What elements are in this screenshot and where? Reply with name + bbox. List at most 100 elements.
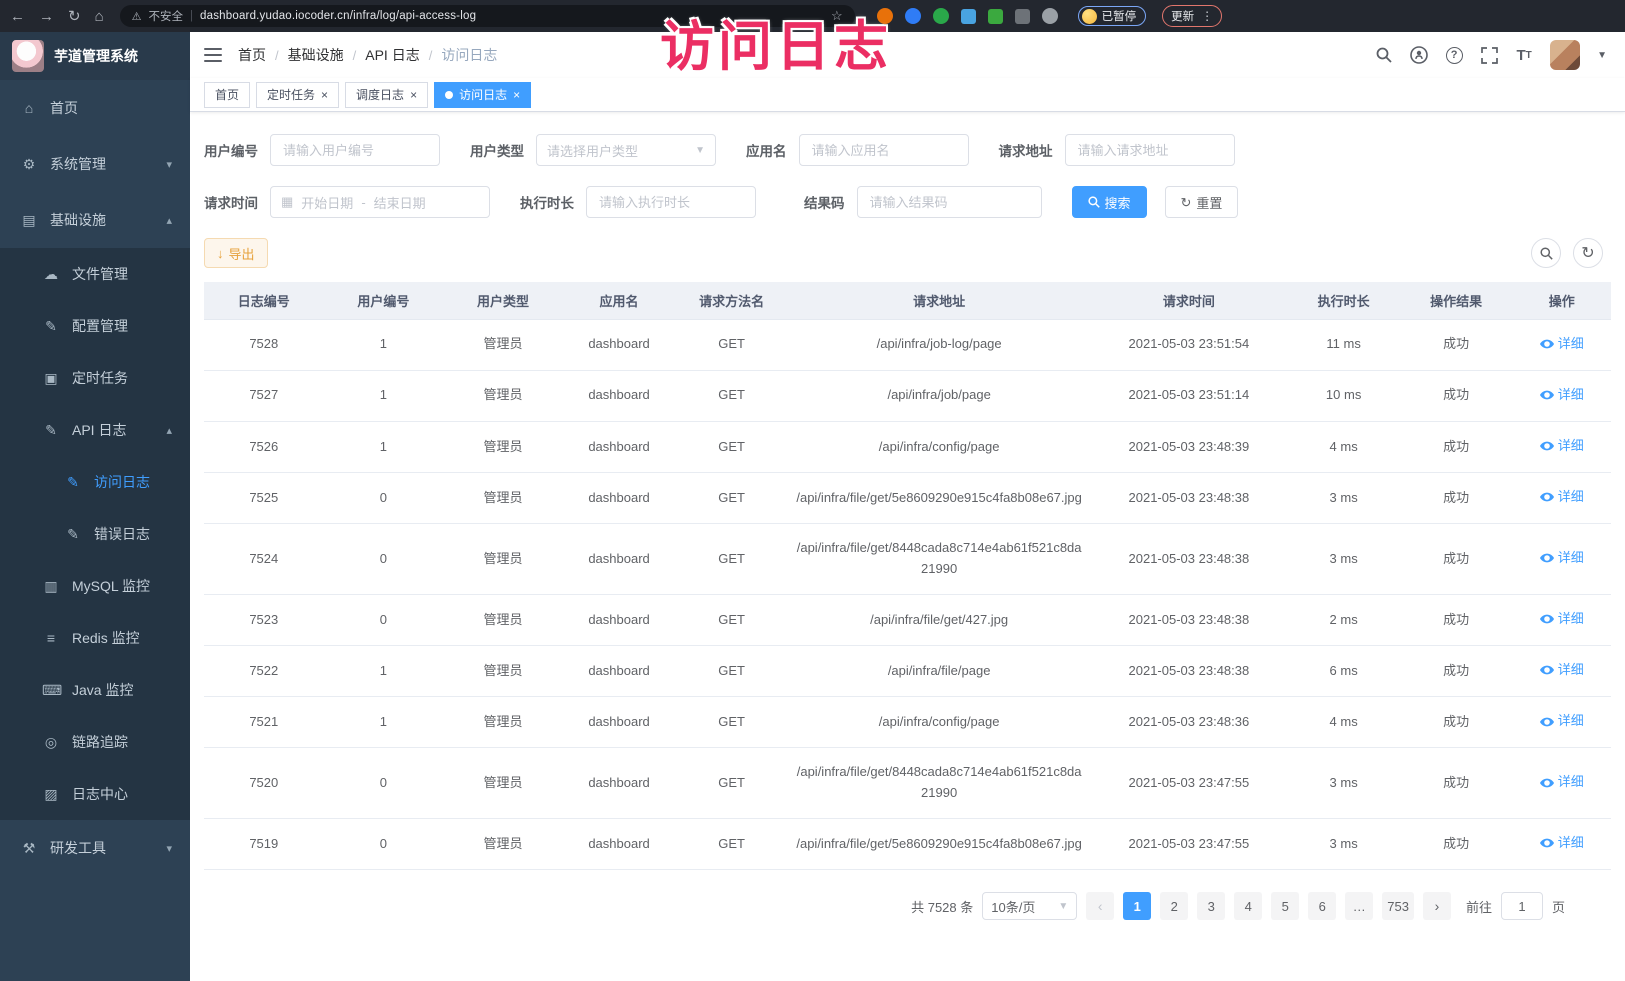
back-icon[interactable]: ← [10,9,25,24]
close-icon[interactable]: × [410,89,417,101]
extension-translate-icon[interactable] [988,9,1003,24]
detail-link[interactable]: 详细 [1540,772,1584,793]
eye-icon [1540,778,1554,788]
page-button-753[interactable]: 753 [1382,892,1414,920]
page-url[interactable]: dashboard.yudao.iocoder.cn/infra/log/api… [200,10,476,22]
goto-page-input[interactable] [1501,892,1543,920]
detail-link[interactable]: 详细 [1540,487,1584,508]
user-avatar[interactable] [1550,40,1580,70]
extension-pin-icon[interactable] [1042,8,1058,24]
app-name-input[interactable] [799,134,969,166]
sidebar-item-mysql-monitor[interactable]: ▥MySQL 监控 [0,560,190,612]
page-button-6[interactable]: 6 [1308,892,1336,920]
breadcrumb-item[interactable]: 首页 [238,45,266,65]
detail-link[interactable]: 详细 [1540,548,1584,569]
search-icon[interactable] [1375,46,1393,64]
export-button[interactable]: ↓ 导出 [204,238,268,268]
extension-gray-icon[interactable] [1015,9,1030,24]
close-icon[interactable]: × [513,89,520,101]
result-code-input[interactable] [857,186,1042,218]
user-id-input[interactable] [270,134,440,166]
extension-green-circle-icon[interactable] [933,8,949,24]
avatar-caret-icon[interactable]: ▼ [1597,50,1607,61]
page-button-1[interactable]: 1 [1123,892,1151,920]
duration-input[interactable] [586,186,756,218]
home-icon[interactable]: ⌂ [95,9,104,24]
tab-调度日志[interactable]: 调度日志× [345,82,428,108]
sidebar-item-home[interactable]: ⌂首页 [0,80,190,136]
forward-icon[interactable]: → [39,9,54,24]
detail-link[interactable]: 详细 [1540,609,1584,630]
sidebar-item-error-log[interactable]: ✎错误日志 [0,508,190,560]
sidebar-item-trace[interactable]: ◎链路追踪 [0,716,190,768]
table-row: 75221管理员dashboardGET/api/infra/file/page… [204,646,1611,697]
detail-link[interactable]: 详细 [1540,334,1584,355]
cell-user-id: 0 [324,594,444,645]
sidebar-item-api-log[interactable]: ✎API 日志▴ [0,404,190,456]
reload-icon[interactable]: ↻ [68,9,81,24]
page-unit-label: 页 [1552,897,1565,916]
sidebar-item-redis-monitor[interactable]: ≡Redis 监控 [0,612,190,664]
request-url-input[interactable] [1065,134,1235,166]
prev-page-button[interactable]: ‹ [1086,892,1114,920]
sidebar-item-config-management[interactable]: ✎配置管理 [0,300,190,352]
detail-link[interactable]: 详细 [1540,436,1584,457]
search-button[interactable]: 搜索 [1072,186,1147,218]
page-button-3[interactable]: 3 [1197,892,1225,920]
paused-badge[interactable]: 已暂停 [1078,6,1147,26]
cell-log-id: 7524 [204,524,324,595]
page-button-2[interactable]: 2 [1160,892,1188,920]
page-button-4[interactable]: 4 [1234,892,1262,920]
detail-link[interactable]: 详细 [1540,833,1584,854]
page-button-5[interactable]: 5 [1271,892,1299,920]
column-header: 请求地址 [788,282,1091,319]
help-icon[interactable]: ? [1445,46,1463,64]
sidebar-item-access-log[interactable]: ✎访问日志 [0,456,190,508]
cell-log-id: 7522 [204,646,324,697]
cell-request-time: 2021-05-03 23:48:38 [1090,473,1287,524]
user-type-select[interactable]: 请选择用户类型 ▼ [536,134,716,166]
tab-定时任务[interactable]: 定时任务× [256,82,339,108]
font-size-icon[interactable]: TT [1515,46,1533,64]
close-icon[interactable]: × [321,89,328,101]
detail-link[interactable]: 详细 [1540,711,1584,732]
detail-link[interactable]: 详细 [1540,385,1584,406]
reset-button[interactable]: ↻ 重置 [1165,186,1239,218]
sidebar-item-scheduled-task[interactable]: ▣定时任务 [0,352,190,404]
sidebar-item-file-management[interactable]: ☁文件管理 [0,248,190,300]
sidebar-item-infrastructure[interactable]: ▤基础设施▴ [0,192,190,248]
browser-menu-icon[interactable]: ⋮ [1201,9,1213,23]
sidebar-item-log-center[interactable]: ▨日志中心 [0,768,190,820]
sidebar-item-system-management[interactable]: ⚙系统管理▾ [0,136,190,192]
extension-shield-icon[interactable] [905,8,921,24]
duration-label: 执行时长 [520,192,574,212]
column-header: 用户编号 [324,282,444,319]
extension-grid-icon[interactable] [961,9,976,24]
browser-update-button[interactable]: 更新 ⋮ [1162,5,1222,27]
refresh-table-icon[interactable]: ↻ [1573,238,1603,268]
address-bar[interactable]: ⚠ 不安全 | dashboard.yudao.iocoder.cn/infra… [120,5,855,27]
request-time-range-picker[interactable]: ▦ 开始日期 - 结束日期 [270,186,490,218]
security-label[interactable]: 不安全 [149,8,184,24]
page-size-select[interactable]: 10条/页 ▼ [982,892,1077,920]
github-icon[interactable] [1410,46,1428,64]
fullscreen-icon[interactable] [1480,46,1498,64]
sidebar-item-java-monitor[interactable]: ⌨Java 监控 [0,664,190,716]
tab-首页[interactable]: 首页 [204,82,250,108]
breadcrumb-item[interactable]: API 日志 [365,45,419,65]
breadcrumb-item[interactable]: 基础设施 [288,45,344,65]
app-logo[interactable]: 芋道管理系统 [0,32,190,80]
hamburger-icon[interactable] [204,48,222,62]
chevron-up-icon: ▴ [166,424,172,437]
cell-request-time: 2021-05-03 23:48:36 [1090,697,1287,748]
toggle-search-icon[interactable] [1531,238,1561,268]
cell-user-type: 管理员 [443,421,563,472]
cell-method: GET [675,646,788,697]
extension-orange-icon[interactable] [877,8,893,24]
pages-ellipsis[interactable]: … [1345,892,1373,920]
sidebar-item-dev-tools[interactable]: ⚒研发工具▾ [0,820,190,876]
next-page-button[interactable]: › [1423,892,1451,920]
bookmark-star-icon[interactable]: ☆ [831,8,843,24]
detail-link[interactable]: 详细 [1540,660,1584,681]
tab-访问日志[interactable]: 访问日志× [434,82,531,108]
